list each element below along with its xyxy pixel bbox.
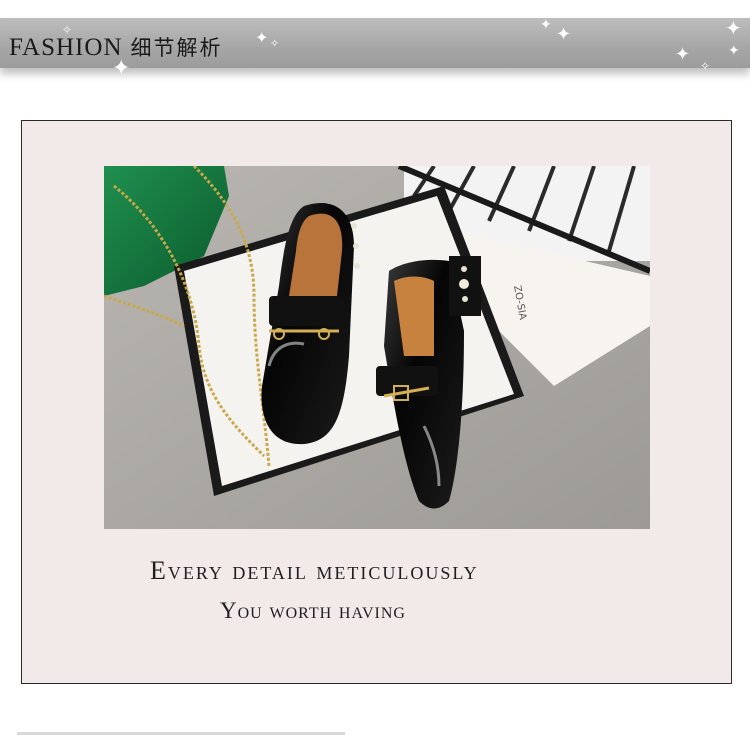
sparkle-icon: ✦ [556,24,572,45]
sparkle-icon: ✦ [540,17,552,33]
product-photo: ZO-SIA [104,166,650,529]
sparkle-icon: ✦ [675,44,691,65]
sparkle-icon: ✧ [270,37,280,50]
sparkle-icon: ✧ [62,23,73,37]
sparkle-icon: ✧ [700,59,711,73]
caption-line-1: Every detail meticulously [150,556,479,585]
sparkle-icon: ✦ [112,56,131,81]
title-en: FASHION [9,34,123,61]
shoe-photo-illustration: ZO-SIA [104,166,650,529]
header-banner: FASHION 细节解析 ✦ ✧ ✦ ✧ ✦ ✦ ✦ ✦ ✧ ✦ [0,16,750,80]
sparkle-icon: ✦ [728,43,740,59]
sparkle-icon: ✦ [725,16,742,40]
title-cn: 细节解析 [130,36,223,60]
sparkle-icon: ✦ [255,28,269,47]
caption-line-2: You worth having [220,598,406,623]
